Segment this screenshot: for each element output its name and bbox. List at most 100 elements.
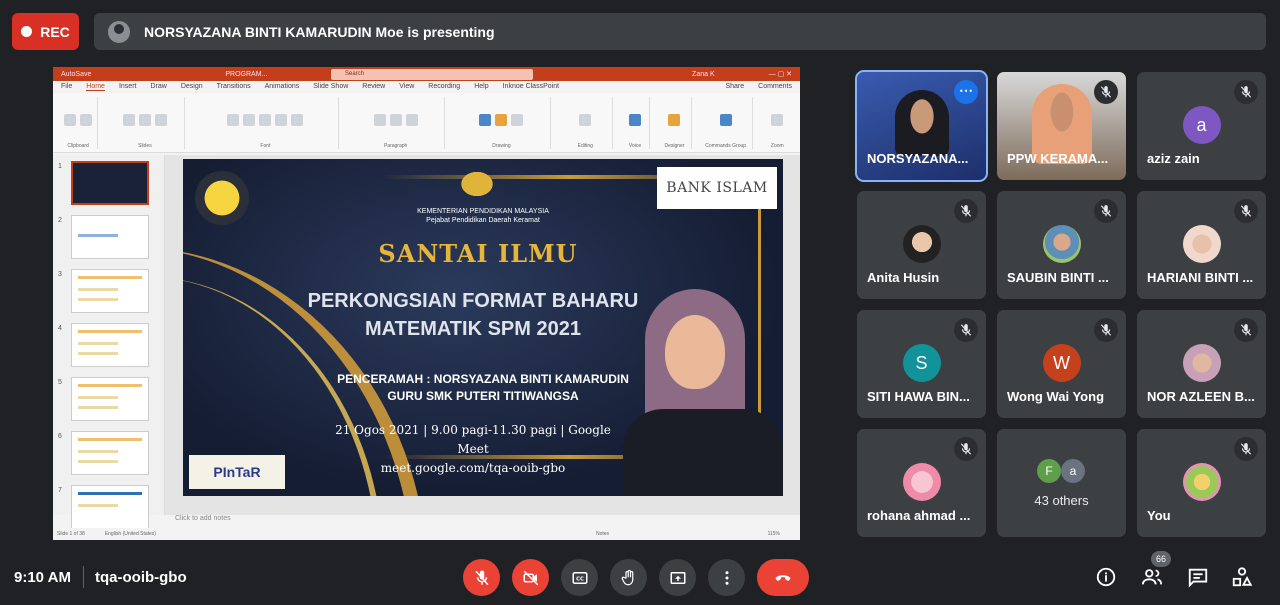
ribbon-group: Editing xyxy=(559,97,613,149)
participant-tile[interactable]: ⋯ NORSYAZANA... xyxy=(855,70,988,182)
slide-count: Slide 1 of 38 xyxy=(57,531,85,537)
ppt-tab: View xyxy=(399,83,415,90)
leave-call-button[interactable] xyxy=(757,559,809,596)
mic-toggle-button[interactable] xyxy=(463,559,500,596)
ppt-tab: Animations xyxy=(264,83,300,90)
language-status: English (United States) xyxy=(104,531,156,537)
slide-thumbnail xyxy=(71,215,149,259)
camera-toggle-button[interactable] xyxy=(512,559,549,596)
slide-speaker: PENCERAMAH : NORSYAZANA BINTI KAMARUDIN … xyxy=(333,371,633,405)
activities-button[interactable] xyxy=(1229,564,1255,590)
participant-tile[interactable]: W Wong Wai Yong xyxy=(997,310,1126,418)
mic-off-icon xyxy=(1094,199,1118,223)
rec-label: REC xyxy=(40,23,70,40)
speaker-line: GURU SMK PUTERI TITIWANGSA xyxy=(387,389,579,403)
participant-avatar: W xyxy=(1042,344,1081,382)
more-options-icon[interactable]: ⋯ xyxy=(954,80,978,104)
participant-count-badge: 66 xyxy=(1151,551,1171,567)
current-time: 9:10 AM xyxy=(14,569,71,586)
others-avatar: F xyxy=(1037,459,1061,483)
raise-hand-button[interactable] xyxy=(610,559,647,596)
malaysia-crest-icon xyxy=(455,167,499,201)
participant-tile[interactable]: HARIANI BINTI ... xyxy=(1137,191,1266,299)
thumb-number: 7 xyxy=(58,487,62,494)
mic-off-icon xyxy=(1234,318,1258,342)
file-name: PROGRAM... xyxy=(225,70,268,78)
zoom-level: 115% xyxy=(767,531,780,537)
more-options-button[interactable] xyxy=(708,559,745,596)
mic-off-icon xyxy=(1234,437,1258,461)
ppt-search-box: Search xyxy=(331,69,533,80)
slide-thumbnail xyxy=(71,269,149,313)
ribbon-group: Voice xyxy=(621,97,651,149)
ppt-user-name: Zana K xyxy=(692,70,715,78)
recording-indicator[interactable]: REC xyxy=(12,13,79,50)
participant-name: rohana ahmad ... xyxy=(867,508,971,523)
ppt-ribbon-tabs: File Home Insert Draw Design Transitions… xyxy=(53,81,800,93)
meeting-code: tqa-ooib-gbo xyxy=(95,569,187,586)
participant-tile[interactable]: NOR AZLEEN B... xyxy=(1137,310,1266,418)
participant-name: SITI HAWA BIN... xyxy=(867,389,970,404)
ppt-tab: Review xyxy=(362,83,386,90)
ribbon-group: Designer xyxy=(658,97,692,149)
date-line: 21 Ogos 2021 | 9.00 pagi-11.30 pagi | Go… xyxy=(335,423,611,456)
bank-islam-logo: BANK ISLAM xyxy=(657,167,777,209)
presenting-text: NORSYAZANA BINTI KAMARUDIN Moe is presen… xyxy=(144,23,495,40)
ppt-tab: Recording xyxy=(428,83,461,90)
captions-button[interactable]: CC xyxy=(561,559,598,596)
ribbon-group: Zoom xyxy=(761,97,794,149)
shared-screen[interactable]: AutoSave PROGRAM... Search Zana K — ▢ ✕ … xyxy=(53,67,800,540)
participant-avatar-photo xyxy=(1042,225,1081,263)
slide-thumbnails: 1 2 3 4 5 6 7 xyxy=(53,155,165,529)
window-controls: — ▢ ✕ xyxy=(768,71,792,78)
ppt-tab: Insert xyxy=(118,83,137,90)
slide-thumbnail xyxy=(71,431,149,475)
mic-off-icon xyxy=(1234,199,1258,223)
slide-subtitle: PERKONGSIAN FORMAT BAHARU MATEMATIK SPM … xyxy=(283,287,663,343)
ppt-tab: Draw xyxy=(150,83,167,90)
participant-avatar-photo xyxy=(902,463,941,501)
ribbon-group: Drawing xyxy=(453,97,551,149)
participant-avatar-photo xyxy=(1182,463,1221,501)
autosave-label: AutoSave xyxy=(61,70,92,78)
activities-icon xyxy=(1232,567,1253,587)
speaker-line: PENCERAMAH : NORSYAZANA BINTI KAMARUDIN xyxy=(337,372,629,386)
captions-icon: CC xyxy=(572,571,587,584)
slide-thumbnail xyxy=(71,323,149,367)
slide-thumbnail xyxy=(71,161,149,205)
ministry-text: KEMENTERIAN PENDIDIKAN MALAYSIA Pejabat … xyxy=(373,207,593,225)
present-now-button[interactable] xyxy=(659,559,696,596)
participant-name: PPW KERAMA... xyxy=(1007,151,1109,166)
participant-avatar-photo xyxy=(902,225,941,263)
participant-name: NOR AZLEEN B... xyxy=(1147,389,1255,404)
santai-ilmu-logo xyxy=(195,171,249,225)
ppt-status-bar: Slide 1 of 38 English (United States) No… xyxy=(53,528,800,540)
ribbon-group: Clipboard xyxy=(59,97,99,149)
chat-button[interactable] xyxy=(1185,564,1211,590)
others-tile[interactable]: F a 43 others xyxy=(997,429,1126,537)
more-options-icon xyxy=(725,570,728,585)
participant-tile[interactable]: rohana ahmad ... xyxy=(857,429,986,537)
end-call-icon xyxy=(775,574,791,581)
people-button[interactable] xyxy=(1139,564,1165,590)
participant-tile[interactable]: PPW KERAMA... xyxy=(997,72,1126,180)
ppt-share-label: Share xyxy=(725,83,745,90)
meeting-details-button[interactable] xyxy=(1093,564,1119,590)
participant-tile[interactable]: SAUBIN BINTI ... xyxy=(997,191,1126,299)
thumb-number: 2 xyxy=(58,217,62,224)
participant-tile-self[interactable]: You xyxy=(1137,429,1266,537)
speaker-photo xyxy=(623,289,783,496)
raise-hand-icon xyxy=(621,569,633,585)
thumb-number: 5 xyxy=(58,379,62,386)
current-slide: KEMENTERIAN PENDIDIKAN MALAYSIA Pejabat … xyxy=(183,159,783,496)
mic-off-icon xyxy=(1094,80,1118,104)
presenter-avatar xyxy=(108,20,130,43)
ministry-name: KEMENTERIAN PENDIDIKAN MALAYSIA xyxy=(417,208,549,215)
ppt-tab: Help xyxy=(474,83,489,90)
link-line: meet.google.com/tqa-ooib-gbo xyxy=(380,461,566,475)
participant-tile[interactable]: a aziz zain xyxy=(1137,72,1266,180)
participant-tile[interactable]: S SITI HAWA BIN... xyxy=(857,310,986,418)
participant-tile[interactable]: Anita Husin xyxy=(857,191,986,299)
people-icon xyxy=(1141,569,1163,585)
subtitle-line: MATEMATIK SPM 2021 xyxy=(365,318,581,340)
